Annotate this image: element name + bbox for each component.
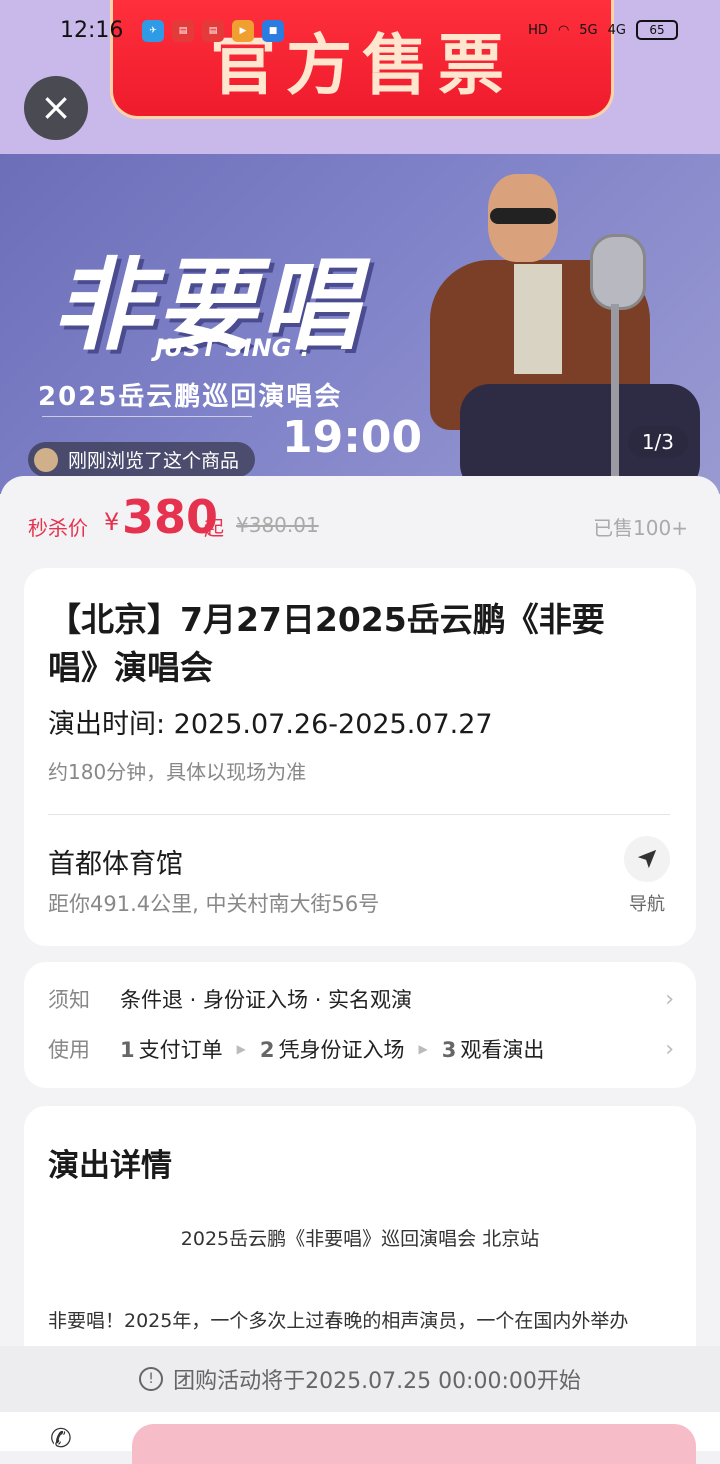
app-icon: ■ <box>262 20 284 42</box>
hd-icon: HD <box>528 22 548 38</box>
poster-time: 19:00 <box>282 412 423 463</box>
performance-details-card: 演出详情 2025岳云鹏《非要唱》巡回演唱会 北京站 非要唱！2025年，一个多… <box>24 1106 696 1366</box>
details-body: 非要唱！2025年，一个多次上过春晚的相声演员，一个在国内外举办 <box>48 1310 629 1332</box>
hero-carousel[interactable]: 非要唱 JUST SING ! 2025岳云鹏巡回演唱会 19:00 1/3 刚… <box>0 154 720 494</box>
step-arrow-icon: ▶ <box>418 1042 428 1056</box>
wifi-icon: ◠ <box>557 22 570 38</box>
mic-stand-image <box>611 304 619 494</box>
sold-count: 已售100+ <box>593 516 688 540</box>
news-app-icon: ▤ <box>172 20 194 42</box>
details-heading: 演出详情 <box>48 1148 172 1184</box>
info-icon: ! <box>139 1367 164 1391</box>
price-row: 秒杀价 ¥ 380 起 ¥380.01 已售100+ <box>0 476 720 564</box>
status-app-icons: ✈ ▤ ▤ ▶ ■ <box>142 20 284 42</box>
step-3: 3 观看演出 <box>441 1038 545 1062</box>
status-bar: 12:16 ✈ ▤ ▤ ▶ ■ HD ◠ 5G 4G 65 <box>0 0 720 64</box>
chevron-right-icon: › <box>665 1036 674 1062</box>
event-title: 【北京】7月27日2025岳云鹏《非要唱》演唱会 <box>48 600 605 687</box>
navigation-arrow-icon <box>624 836 670 882</box>
recently-viewed-badge: 刚刚浏览了这个商品 <box>28 442 256 477</box>
avatar-icon <box>34 448 58 472</box>
video-app-icon: ▶ <box>232 20 254 42</box>
detail-sheet: 秒杀价 ¥ 380 起 ¥380.01 已售100+ 【北京】7月27日2025… <box>0 476 720 1464</box>
notice-text: 团购活动将于2025.07.25 00:00:00开始 <box>173 1369 581 1394</box>
poster-divider <box>42 416 252 417</box>
price-label: 秒杀价 <box>28 516 88 540</box>
notice-text: 条件退 · 身份证入场 · 实名观演 <box>120 988 413 1012</box>
notice-row[interactable]: 须知 条件退 · 身份证入场 · 实名观演 › <box>48 984 674 1014</box>
usage-row[interactable]: 使用 1 支付订单 ▶ 2 凭身份证入场 ▶ 3 观看演出 › <box>48 1034 674 1064</box>
venue-address: 距你491.4公里, 中关村南大街56号 <box>48 892 380 916</box>
close-button[interactable]: × <box>24 76 88 140</box>
buy-button[interactable] <box>132 1424 696 1464</box>
status-indicators: HD ◠ 5G 4G 65 <box>528 20 678 40</box>
price-currency: ¥ <box>104 508 120 536</box>
close-icon: × <box>40 85 72 129</box>
poster-subtitle: JUST SING ! <box>155 334 311 362</box>
step-2: 2 凭身份证入场 <box>259 1038 405 1062</box>
step-arrow-icon: ▶ <box>236 1042 246 1056</box>
details-subtitle: 2025岳云鹏《非要唱》巡回演唱会 北京站 <box>180 1228 540 1250</box>
news-app-icon-2: ▤ <box>202 20 224 42</box>
venue-name[interactable]: 首都体育馆 <box>48 842 183 881</box>
event-time: 演出时间: 2025.07.26-2025.07.27 <box>48 709 493 740</box>
divider <box>48 814 670 815</box>
bottom-action-bar: ✆ <box>0 1412 720 1464</box>
notice-key: 须知 <box>48 988 90 1012</box>
event-info-card: 【北京】7月27日2025岳云鹏《非要唱》演唱会 演出时间: 2025.07.2… <box>24 568 696 946</box>
step-1: 1 支付订单 <box>120 1038 223 1062</box>
original-price: ¥380.01 <box>236 513 319 537</box>
group-buy-notice: ! 团购活动将于2025.07.25 00:00:00开始 <box>0 1346 720 1412</box>
poster-tour-name: 2025岳云鹏巡回演唱会 <box>38 382 343 412</box>
microphone-image <box>590 234 646 310</box>
telegram-icon: ✈ <box>142 20 164 42</box>
battery-icon: 65 <box>636 20 678 40</box>
usage-key: 使用 <box>48 1038 90 1062</box>
price-suffix: 起 <box>204 516 224 540</box>
navigation-button[interactable]: 导航 <box>622 836 672 916</box>
phone-icon[interactable]: ✆ <box>50 1424 72 1454</box>
signal-5g-icon: 5G <box>579 22 598 38</box>
event-duration: 约180分钟，具体以现场为准 <box>48 760 307 784</box>
navigation-label: 导航 <box>629 894 665 915</box>
signal-4g-icon: 4G <box>607 22 626 38</box>
status-time: 12:16 <box>60 18 124 43</box>
chevron-right-icon: › <box>665 986 674 1012</box>
rules-card: 须知 条件退 · 身份证入场 · 实名观演 › 使用 1 支付订单 ▶ 2 凭身份证… <box>24 962 696 1088</box>
carousel-counter: 1/3 <box>627 426 688 458</box>
